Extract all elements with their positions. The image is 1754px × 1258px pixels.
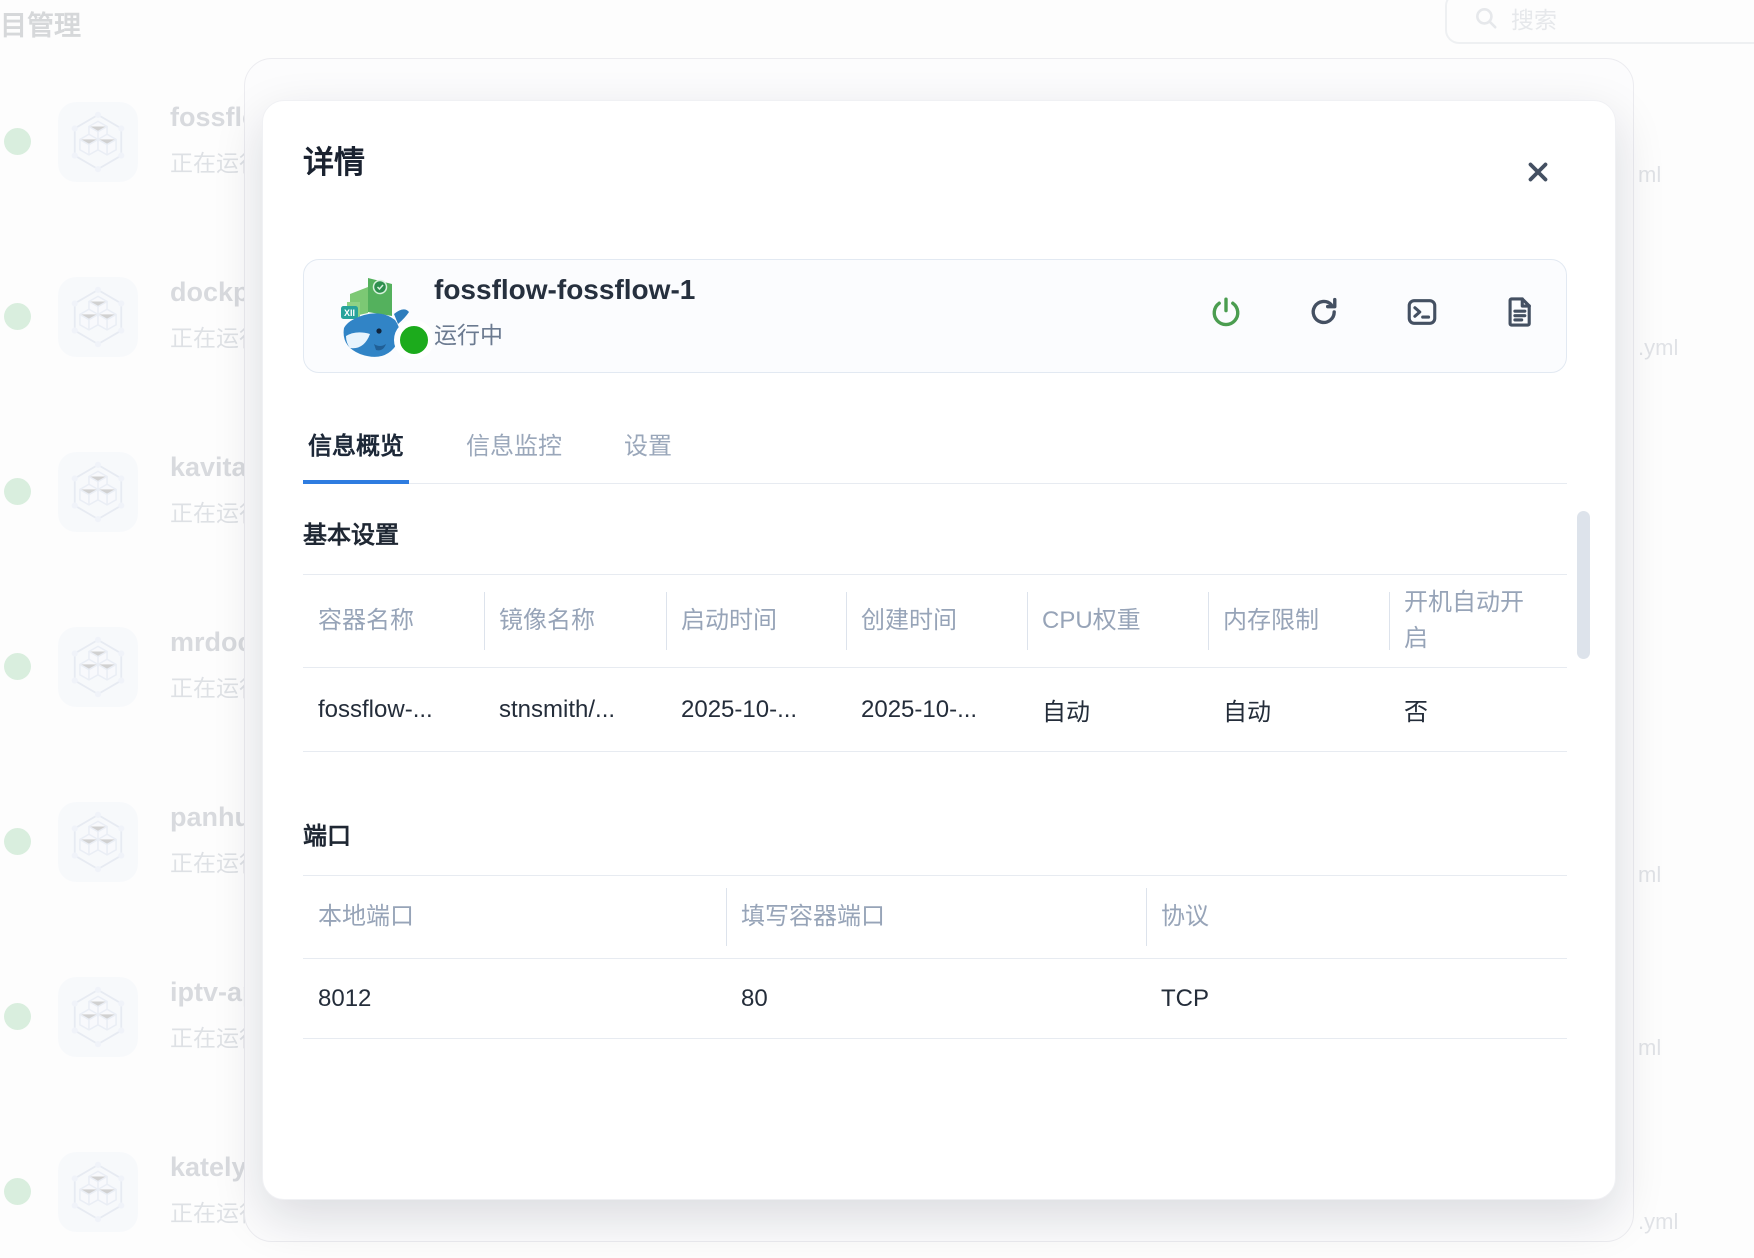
cell-create-time: 2025-10-... [846,686,1027,734]
cell-cpu-weight: 自动 [1027,682,1208,737]
yml-fragment: .yml [1638,1209,1678,1235]
tab-overview[interactable]: 信息概览 [303,426,409,484]
cube-hexagon-icon [58,277,138,357]
search-input: 搜索 [1445,0,1754,44]
restart-button[interactable] [1306,294,1342,330]
status-dot [4,1178,31,1205]
yml-fragment: ml [1638,162,1661,188]
section-title-basic: 基本设置 [303,515,1567,550]
close-button[interactable] [1515,149,1561,195]
cell-local-port: 8012 [303,975,726,1023]
yml-fragment: ml [1638,1035,1661,1061]
column-header: 创建时间 [846,593,1027,649]
table-header-row: 本地端口 填写容器端口 协议 [303,875,1567,959]
container-name: fossflow-fossflow-1 [434,274,695,306]
power-icon [1209,295,1243,329]
tab-settings[interactable]: 设置 [619,426,677,484]
cell-memory-limit: 自动 [1208,682,1389,737]
cube-hexagon-icon [58,102,138,182]
table-header-row: 容器名称 镜像名称 启动时间 创建时间 CPU权重 内存限制 开机自动开启 [303,574,1567,668]
project-name: panhu [170,802,251,833]
logs-icon [1503,295,1537,329]
basic-settings-table: 容器名称 镜像名称 启动时间 创建时间 CPU权重 内存限制 开机自动开启 fo… [303,574,1567,752]
cell-autostart: 否 [1389,682,1567,737]
restart-icon [1307,295,1341,329]
yml-fragment: ml [1638,862,1661,888]
column-header: 填写容器端口 [726,889,1146,945]
column-header: 协议 [1146,889,1567,945]
section-title-storage: 存储 [303,1103,1567,1109]
ports-table: 本地端口 填写容器端口 协议 8012 80 TCP [303,875,1567,1039]
tab-monitoring[interactable]: 信息监控 [461,426,567,484]
column-header: 启动时间 [666,593,846,649]
logs-button[interactable] [1502,294,1538,330]
status-dot [4,303,31,330]
project-name: mrdoc [170,627,253,658]
column-header: 容器名称 [303,593,484,649]
column-header: 镜像名称 [484,593,666,649]
cube-hexagon-icon [58,1152,138,1232]
section-title-ports: 端口 [303,816,1567,851]
cube-hexagon-icon [58,802,138,882]
column-header: CPU权重 [1027,593,1208,649]
cell-container-name: fossflow-... [303,686,484,734]
project-name: kavita [170,452,247,483]
column-header: 本地端口 [303,889,726,945]
app-window: 目管理 搜索 fossflo 正在运行 dockpe 正在运行 kavita 正… [0,0,1754,1258]
dialog-scroll-area[interactable]: 基本设置 容器名称 镜像名称 启动时间 创建时间 CPU权重 内存限制 开机自动… [303,479,1567,1109]
container-card: fossflow-fossflow-1 运行中 [303,259,1567,373]
tab-bar: 信息概览 信息监控 设置 [303,426,1567,484]
search-placeholder: 搜索 [1511,1,1557,35]
terminal-button[interactable] [1404,294,1440,330]
cube-hexagon-icon [58,452,138,532]
vertical-scrollbar-thumb[interactable] [1577,511,1590,659]
cube-hexagon-icon [58,627,138,707]
column-header: 内存限制 [1208,593,1389,649]
column-header: 开机自动开启 [1389,575,1567,667]
container-actions [1208,294,1538,330]
cell-protocol: TCP [1146,975,1567,1023]
container-status: 运行中 [434,316,503,350]
power-button[interactable] [1208,294,1244,330]
table-row: 8012 80 TCP [303,959,1567,1039]
status-dot [4,128,31,155]
running-status-dot [394,320,434,360]
search-icon [1473,5,1499,31]
cell-container-port: 80 [726,975,1146,1023]
cell-image-name: stnsmith/... [484,686,666,734]
terminal-icon [1405,295,1439,329]
status-dot [4,828,31,855]
status-dot [4,653,31,680]
close-icon [1523,157,1553,187]
cell-start-time: 2025-10-... [666,686,846,734]
table-row: fossflow-... stnsmith/... 2025-10-... 20… [303,668,1567,752]
yml-fragment: .yml [1638,335,1678,361]
page-title: 目管理 [0,4,81,43]
dialog-title: 详情 [303,137,365,182]
detail-dialog: 详情 fossflow-fossflow-1 运行中 [262,100,1616,1200]
status-dot [4,1003,31,1030]
status-dot [4,478,31,505]
cube-hexagon-icon [58,977,138,1057]
